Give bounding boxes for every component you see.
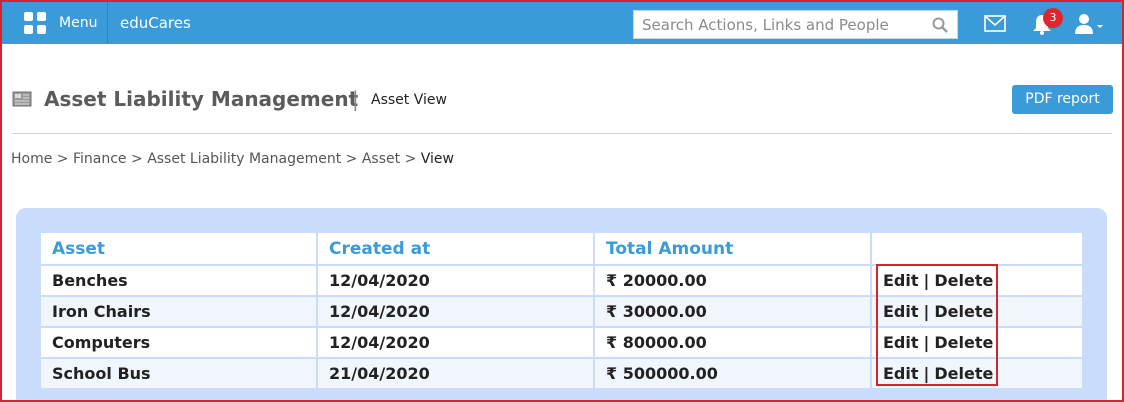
notification-badge: 3 [1043,8,1063,28]
created-at-cell: 12/04/2020 [316,264,595,297]
breadcrumb: Home > Finance > Asset Liability Managem… [11,150,454,168]
asset-name-cell: Computers [39,326,318,359]
breadcrumb-current: View [420,151,454,167]
mail-icon[interactable] [984,15,1006,32]
actions-highlight-box [876,264,998,386]
asset-name-cell: Iron Chairs [39,295,318,328]
ledger-icon [12,91,32,107]
pdf-report-button[interactable]: PDF report [1012,85,1113,114]
created-at-cell: 21/04/2020 [316,357,595,390]
breadcrumb-home[interactable]: Home [11,151,52,167]
title-separator: | [352,87,359,111]
search-input[interactable] [634,11,924,38]
breadcrumb-separator: > [404,151,417,167]
brand-name[interactable]: eduCares [120,2,191,44]
column-header-actions [870,231,1084,266]
page-subtitle: Asset View [371,92,447,108]
page-title: Asset Liability Management [44,87,359,111]
breadcrumb-separator: > [131,151,143,167]
total-amount-cell: ₹ 20000.00 [593,264,872,297]
search-box [633,10,958,39]
breadcrumb-finance[interactable]: Finance [73,151,127,167]
page-header: Asset Liability Management | Asset View [12,86,1112,116]
divider [12,133,1112,134]
breadcrumb-asset-liability-management[interactable]: Asset Liability Management [147,151,341,167]
user-icon[interactable] [1074,13,1104,35]
grid-icon [24,12,46,34]
created-at-cell: 12/04/2020 [316,295,595,328]
breadcrumb-separator: > [345,151,358,167]
column-header-created-at: Created at [316,231,595,266]
total-amount-cell: ₹ 30000.00 [593,295,872,328]
asset-name-cell: School Bus [39,357,318,390]
table-header-row: Asset Created at Total Amount [39,231,1084,266]
top-navigation-bar: Menu eduCares 3 [2,2,1122,44]
breadcrumb-asset[interactable]: Asset [362,151,400,167]
asset-name-cell: Benches [39,264,318,297]
search-icon[interactable] [932,17,948,33]
total-amount-cell: ₹ 500000.00 [593,357,872,390]
breadcrumb-separator: > [56,151,69,167]
menu-label: Menu [59,15,98,31]
menu-button[interactable]: Menu [12,2,108,44]
created-at-cell: 12/04/2020 [316,326,595,359]
column-header-asset: Asset [39,231,318,266]
total-amount-cell: ₹ 80000.00 [593,326,872,359]
column-header-total-amount: Total Amount [593,231,872,266]
